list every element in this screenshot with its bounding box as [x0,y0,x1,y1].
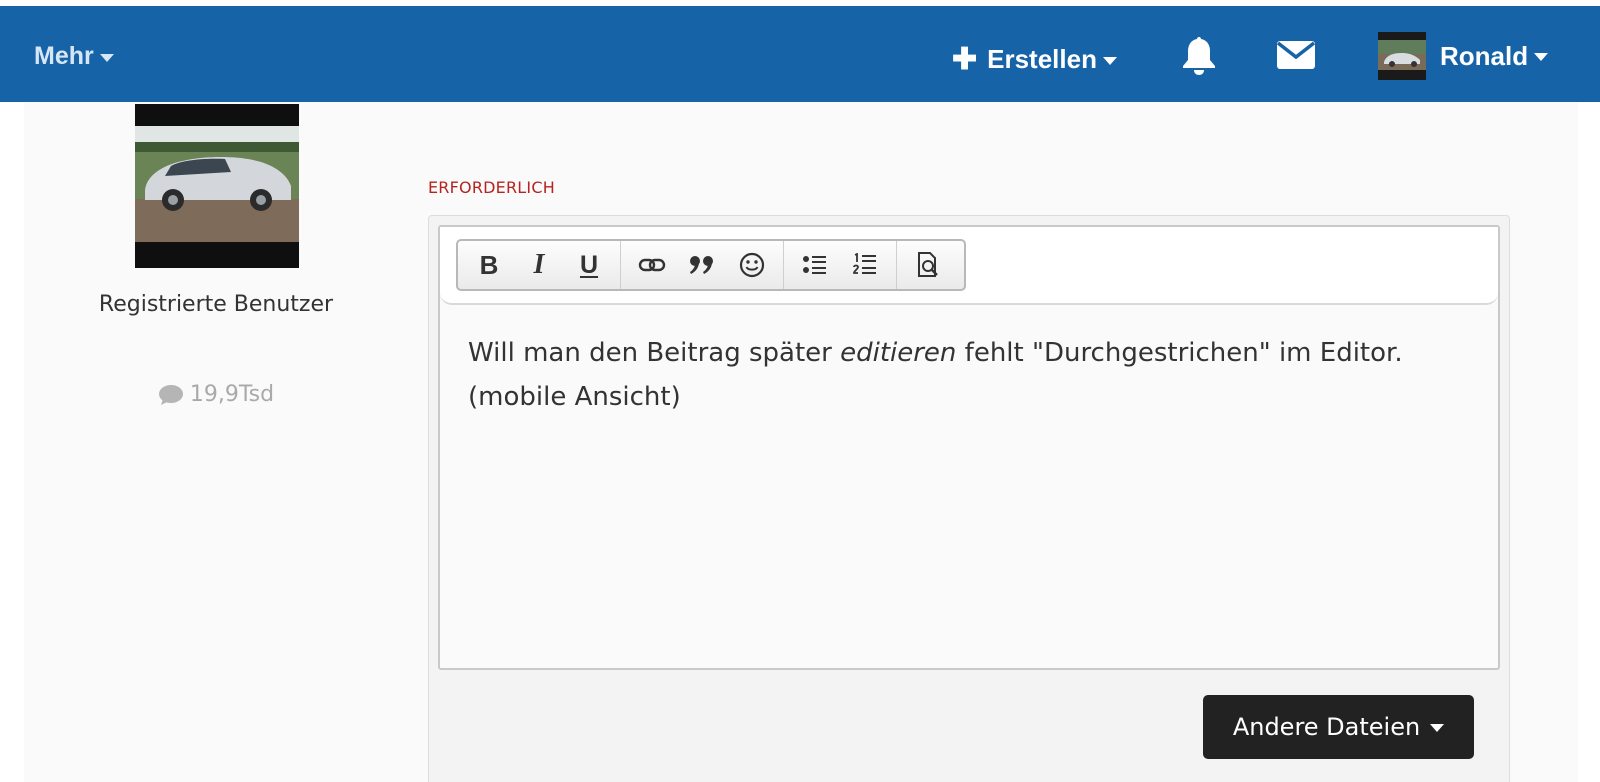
emoji-button[interactable] [727,243,777,287]
editor-toolbar-area: B I U [440,227,1498,305]
create-label: Erstellen [987,44,1097,74]
required-label: ERFORDERLICH [428,178,555,197]
numbered-list-button[interactable] [840,243,890,287]
quote-icon [690,256,713,274]
quote-button[interactable] [677,243,727,287]
top-navbar: Mehr ✚ Erstellen Ronald [0,6,1600,102]
toolbar-group-format: B I U [458,241,621,289]
caret-down-icon [1430,724,1445,732]
link-icon [638,258,666,272]
editor-content[interactable]: Will man den Beitrag später editieren fe… [468,331,1468,419]
other-files-button[interactable]: Andere Dateien [1203,695,1474,759]
avatar [1378,32,1426,80]
toolbar-group-lists [784,241,897,289]
rich-text-editor[interactable]: B I U Will man den Beitrag später editie… [438,225,1500,670]
page-frame: Mehr ✚ Erstellen Ronald Registrierte Ben… [0,0,1600,782]
more-menu-label: Mehr [34,42,94,70]
caret-down-icon [1102,56,1117,65]
post-count: 19,9Tsd [60,382,372,407]
caret-down-icon [99,53,114,62]
emoji-icon [739,252,765,278]
underline-button[interactable]: U [564,243,614,287]
post-count-value: 19,9Tsd [189,382,275,407]
text-before: Will man den Beitrag später [468,338,841,368]
bell-icon [1183,37,1215,75]
preview-icon [918,252,938,277]
user-menu-button[interactable]: Ronald [1378,32,1549,80]
bold-button[interactable]: B [464,243,514,287]
comment-bubble-icon [158,384,183,405]
plus-icon: ✚ [952,42,978,76]
author-avatar[interactable] [135,104,299,268]
user-name: Ronald [1440,40,1529,71]
editor-line-1: Will man den Beitrag später editieren fe… [468,331,1468,375]
notifications-button[interactable] [1180,34,1218,76]
toolbar-group-insert [621,241,784,289]
editor-line-2: (mobile Ansicht) [468,382,681,412]
italic-button[interactable]: I [514,243,564,287]
editor-toolbar: B I U [456,239,966,291]
bullet-list-icon [803,256,826,274]
more-menu-button[interactable]: Mehr [34,42,114,71]
create-button[interactable]: ✚ Erstellen [952,44,1117,75]
bullet-list-button[interactable] [790,243,840,287]
text-emphasis: editieren [840,338,957,368]
link-button[interactable] [627,243,677,287]
envelope-icon [1276,41,1316,69]
text-after: fehlt "Durchgestrichen" im Editor. [956,338,1403,368]
messages-button[interactable] [1276,40,1316,70]
caret-down-icon [1534,53,1549,61]
other-files-label: Andere Dateien [1232,713,1421,741]
preview-button[interactable] [903,243,953,287]
author-role: Registrierte Benutzer [98,292,334,317]
numbered-list-icon [853,253,876,274]
toolbar-group-preview [897,241,959,289]
